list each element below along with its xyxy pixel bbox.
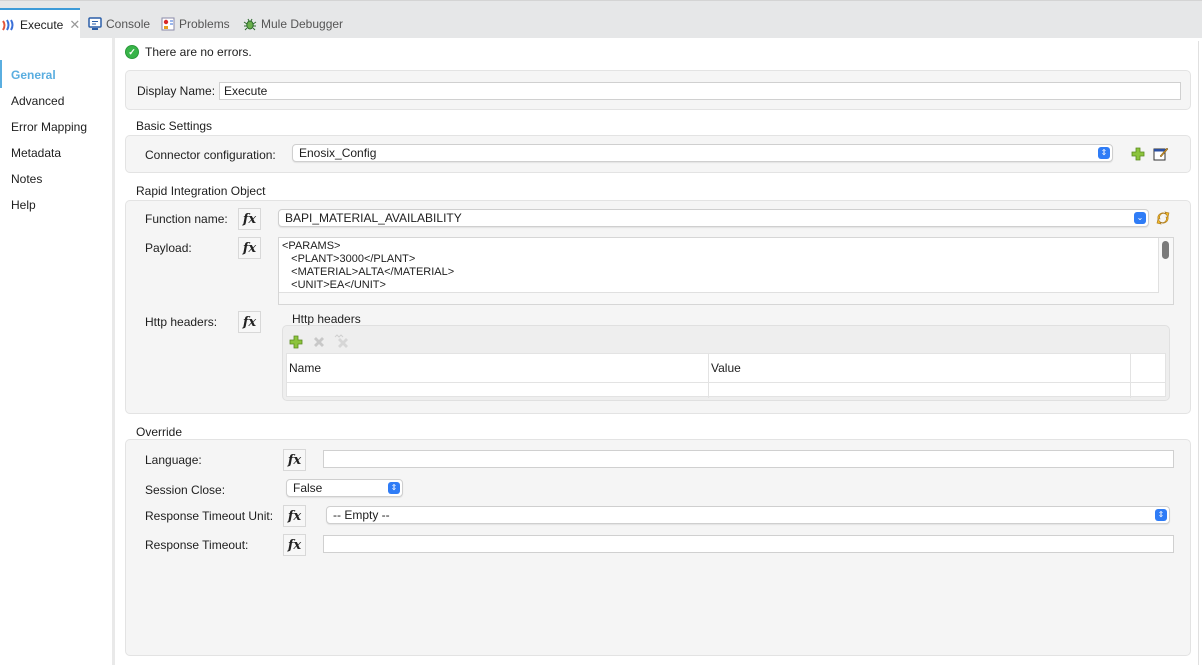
language-input[interactable] <box>323 450 1174 468</box>
fx-toggle-http-headers[interactable]: fx <box>238 311 261 333</box>
payload-scrollbar-thumb[interactable] <box>1162 241 1169 259</box>
active-item-marker <box>0 60 2 88</box>
function-name-label: Function name: <box>145 212 228 226</box>
sidebar-item-general[interactable]: General <box>11 68 56 82</box>
problems-icon <box>161 17 175 31</box>
bug-icon <box>243 17 257 31</box>
tab-execute[interactable]: Execute ✕ <box>0 8 80 39</box>
payload-text[interactable]: <PARAMS> <PLANT>3000</PLANT> <MATERIAL>A… <box>279 238 1159 293</box>
editor-tab-bar: Execute ✕ Console Problems Mule Debugger <box>0 0 1202 39</box>
sidebar-item-notes[interactable]: Notes <box>11 172 42 186</box>
column-divider <box>708 354 709 398</box>
refresh-icon[interactable] <box>1155 210 1171 229</box>
tab-problems[interactable]: Problems <box>161 9 230 39</box>
basic-settings-title: Basic Settings <box>136 119 213 133</box>
function-name-select[interactable]: BAPI_MATERIAL_AVAILABILITY ⌄ <box>278 209 1149 227</box>
connector-config-label: Connector configuration: <box>145 148 276 162</box>
chevron-updown-icon: ⇕ <box>388 482 400 494</box>
tab-label: Execute <box>20 17 64 32</box>
session-close-select[interactable]: False ⇕ <box>286 479 403 497</box>
fx-toggle-function-name[interactable]: fx <box>238 208 261 230</box>
sidebar-item-metadata[interactable]: Metadata <box>11 146 61 160</box>
response-timeout-unit-value: -- Empty -- <box>333 508 390 522</box>
fx-toggle-language[interactable]: fx <box>283 449 306 471</box>
fx-toggle-response-timeout[interactable]: fx <box>283 534 306 556</box>
connector-config-value: Enosix_Config <box>299 146 377 160</box>
status-text: There are no errors. <box>145 45 252 59</box>
sidebar-item-advanced[interactable]: Advanced <box>11 94 64 108</box>
language-label: Language: <box>145 453 202 467</box>
close-icon[interactable]: ✕ <box>69 17 80 33</box>
response-timeout-unit-select[interactable]: -- Empty -- ⇕ <box>326 506 1170 524</box>
delete-row-icon[interactable] <box>312 335 326 352</box>
mule-connector-icon <box>2 18 16 32</box>
tab-label: Problems <box>179 17 230 31</box>
delete-all-rows-icon[interactable] <box>334 334 350 353</box>
console-icon <box>88 17 102 31</box>
function-name-value: BAPI_MATERIAL_AVAILABILITY <box>285 211 462 225</box>
column-divider <box>1130 354 1131 398</box>
sidebar-item-error-mapping[interactable]: Error Mapping <box>11 120 87 134</box>
tab-label: Mule Debugger <box>261 17 344 31</box>
tab-console[interactable]: Console <box>88 9 150 39</box>
fx-toggle-payload[interactable]: fx <box>238 237 261 259</box>
payload-editor[interactable]: <PARAMS> <PLANT>3000</PLANT> <MATERIAL>A… <box>278 237 1174 305</box>
response-timeout-unit-label: Response Timeout Unit: <box>145 509 274 523</box>
chevron-updown-icon: ⇕ <box>1155 509 1167 521</box>
chevron-updown-icon: ⇕ <box>1098 147 1110 159</box>
column-header-name[interactable]: Name <box>289 361 321 375</box>
http-headers-group-title: Http headers <box>292 312 361 326</box>
rio-title: Rapid Integration Object <box>136 184 266 198</box>
response-timeout-input[interactable] <box>323 535 1174 553</box>
validation-status: ✓ There are no errors. <box>125 45 252 59</box>
override-title: Override <box>136 425 183 439</box>
connector-config-select[interactable]: Enosix_Config ⇕ <box>292 144 1113 162</box>
add-row-icon[interactable] <box>289 335 303 352</box>
http-headers-label: Http headers: <box>145 315 218 329</box>
fx-toggle-response-timeout-unit[interactable]: fx <box>283 505 306 527</box>
properties-sidebar: General Advanced Error Mapping Metadata … <box>0 38 113 665</box>
sidebar-divider <box>112 38 115 665</box>
session-close-label: Session Close: <box>145 483 226 497</box>
sidebar-item-help[interactable]: Help <box>11 198 36 212</box>
right-scrollbar-track[interactable] <box>1198 41 1202 665</box>
tab-mule-debugger[interactable]: Mule Debugger <box>243 9 343 39</box>
response-timeout-label: Response Timeout: <box>145 538 249 552</box>
session-close-value: False <box>293 481 323 495</box>
edit-icon[interactable] <box>1153 146 1169 165</box>
header-row-divider <box>287 382 1165 383</box>
payload-label: Payload: <box>145 241 192 255</box>
chevron-down-icon: ⌄ <box>1134 212 1146 224</box>
column-header-value[interactable]: Value <box>711 361 741 375</box>
tab-label: Console <box>106 17 151 31</box>
display-name-input[interactable]: Execute <box>219 82 1181 100</box>
plus-icon[interactable] <box>1131 147 1145 164</box>
check-circle-icon: ✓ <box>125 45 139 59</box>
http-headers-table: Name Value <box>286 353 1166 398</box>
display-name-label: Display Name: <box>137 84 216 98</box>
